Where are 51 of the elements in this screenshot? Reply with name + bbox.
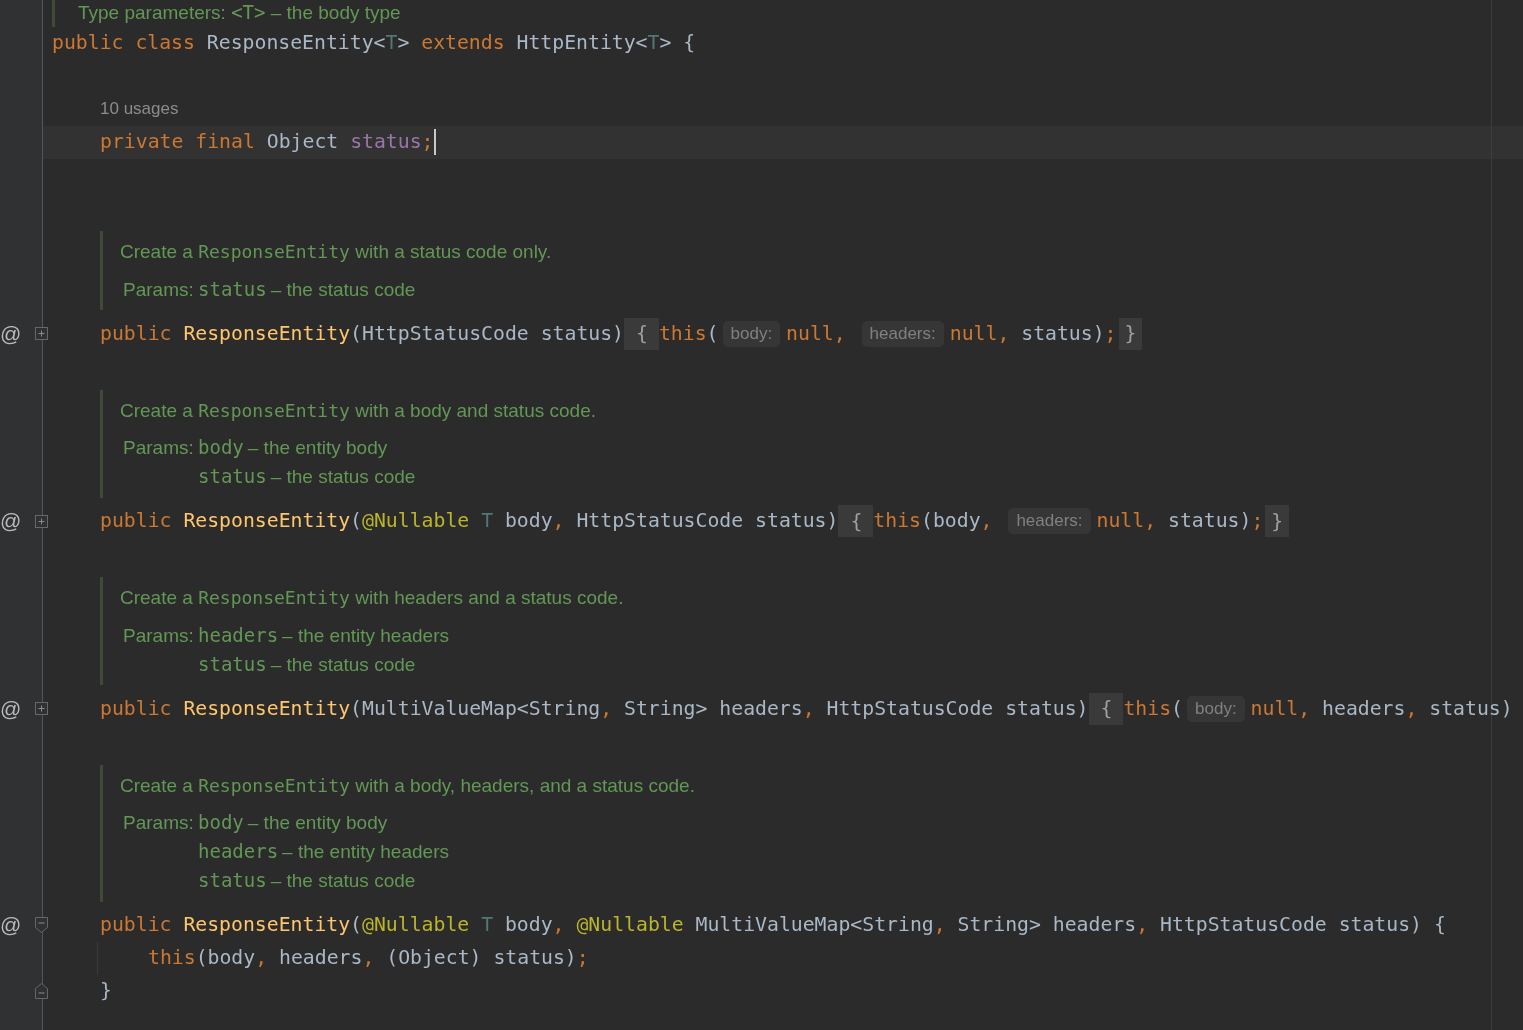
plus-box-icon[interactable]	[35, 514, 48, 528]
inlay-hint: body:	[1187, 695, 1245, 722]
doc-comment-text: Type parameters: <T> – the body type	[78, 1, 401, 26]
code-text: null, headers, status)	[1250, 696, 1513, 721]
minus-box-icon[interactable]	[35, 917, 48, 933]
params-label: Params:	[123, 624, 194, 647]
params-label: Params:	[123, 437, 194, 459]
doc-summary: Create a ResponseEntity with a status code only.	[120, 241, 552, 264]
inlay-hint: headers:	[1008, 508, 1091, 534]
param-doc: body – the entity body	[198, 436, 388, 460]
code-line: public ResponseEntity(@Nullable T body, @Nullable MultiValueMap<String, String> headers, HttpStatusCode status) {	[100, 913, 1446, 937]
code-text: null,	[786, 321, 847, 346]
gutter-marker[interactable]: @	[0, 509, 22, 533]
code-text: public ResponseEntity(HttpStatusCode status)	[100, 321, 625, 346]
code-text: this(	[658, 321, 719, 346]
params-label: Params:	[123, 278, 194, 301]
code-line: }	[100, 979, 112, 1003]
fold-placeholder[interactable]: }	[1118, 317, 1143, 350]
doc-summary: Create a ResponseEntity with a body, headers, and a status code.	[120, 774, 695, 798]
param-doc: headers – the entity headers	[198, 840, 449, 864]
params-label: Params:	[123, 812, 194, 834]
param-doc: status – the status code	[198, 652, 416, 677]
code-line: private final Object status;	[100, 130, 434, 154]
fold-placeholder[interactable]: {	[624, 317, 659, 350]
fold-placeholder[interactable]: {	[838, 505, 874, 537]
inlay-hint: body:	[722, 320, 781, 347]
code-text: this(	[1123, 696, 1183, 721]
code-text: public ResponseEntity(MultiValueMap<String, String> headers, HttpStatusCode status)	[100, 696, 1089, 721]
minus-box-icon[interactable]	[35, 983, 48, 999]
gutter-marker[interactable]: @	[0, 321, 22, 346]
gutter-marker[interactable]: @	[0, 696, 22, 721]
param-doc: body – the entity body	[198, 811, 388, 835]
gutter-marker[interactable]: @	[0, 913, 22, 937]
code-line: this(body, headers, (Object) status);	[148, 946, 589, 970]
param-doc: status – the status code	[198, 869, 416, 893]
inlay-hint: headers:	[861, 320, 944, 347]
usages-hint[interactable]: 10 usages	[100, 99, 179, 119]
code-line: public class ResponseEntity<T> extends HttpEntity<T> {	[52, 31, 696, 55]
doc-summary: Create a ResponseEntity with a body and status code.	[120, 399, 596, 423]
code-text: public ResponseEntity(@Nullable T body, HttpStatusCode status)	[100, 509, 839, 533]
param-doc: status – the status code	[198, 277, 416, 302]
code-text: null, status);	[1096, 509, 1264, 533]
param-doc: headers – the entity headers	[198, 623, 449, 648]
param-doc: status – the status code	[198, 465, 416, 489]
doc-summary: Create a ResponseEntity with headers and a status code.	[120, 587, 624, 610]
fold-placeholder[interactable]: }	[1265, 505, 1290, 537]
plus-box-icon[interactable]	[35, 702, 48, 715]
fold-placeholder[interactable]: {	[1088, 692, 1124, 725]
code-text: this(body,	[873, 509, 994, 533]
code-text: null, status);	[949, 321, 1117, 346]
plus-box-icon[interactable]	[35, 327, 48, 340]
